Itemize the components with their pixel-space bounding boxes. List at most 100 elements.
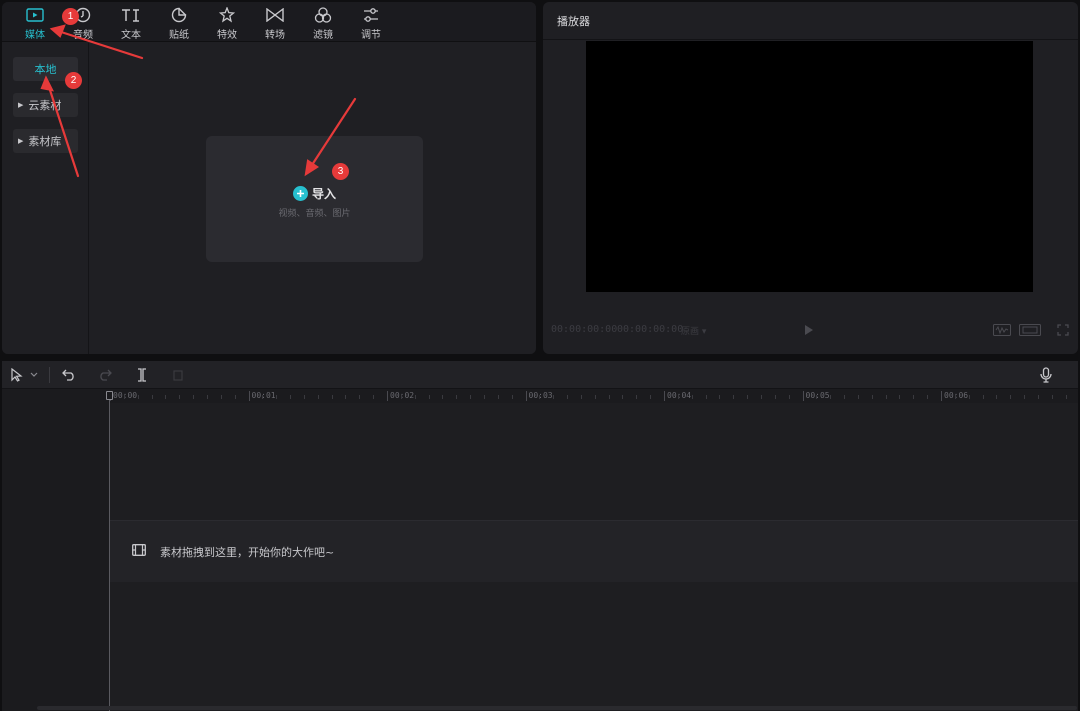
player-panel: 播放器 00:00:00:00 00:00:00:00 原画 ▾	[543, 2, 1078, 354]
ruler-minor-tick	[594, 395, 596, 399]
effects-icon	[217, 5, 237, 25]
waveform-icon[interactable]	[993, 324, 1011, 339]
annotation-badge-1: 1	[62, 8, 79, 25]
ruler-minor-tick	[331, 395, 333, 399]
ruler-minor-tick	[165, 395, 167, 399]
timeline-ruler: 00:00 00:01 00:02 00:03 00:04 00:05 00:06	[2, 389, 1078, 403]
ruler-label: 00:02	[390, 391, 415, 400]
ruler-minor-tick	[345, 395, 347, 399]
ruler-minor-tick	[428, 395, 430, 399]
player-controls: 00:00:00:00 00:00:00:00 原画 ▾	[543, 318, 1078, 344]
microphone-icon[interactable]	[1037, 366, 1055, 384]
ruler-minor-tick	[954, 395, 956, 399]
tab-adjust-label: 调节	[361, 30, 381, 41]
quality-select[interactable]: 原画 ▾	[681, 324, 706, 337]
total-timecode: 00:00:00:00	[617, 324, 684, 335]
sidebar-item-library-label: 素材库	[28, 135, 62, 148]
sticker-icon	[169, 5, 189, 25]
ruler-minor-tick	[276, 395, 278, 399]
sidebar-item-cloud-label: 云素材	[28, 99, 62, 112]
timeline-scrollbar[interactable]	[37, 706, 1077, 710]
ruler-minor-tick	[899, 395, 901, 399]
fullscreen-icon[interactable]	[1057, 324, 1069, 339]
ruler-minor-tick	[290, 395, 292, 399]
play-icon[interactable]	[804, 324, 814, 339]
tab-adjust[interactable]: 调节	[347, 5, 395, 41]
adjust-icon	[361, 5, 381, 25]
main-track-hint: 素材拖拽到这里，开始你的大作吧~	[160, 545, 335, 559]
ruler-minor-tick	[206, 395, 208, 399]
aspect-ratio-icon[interactable]	[1019, 324, 1041, 339]
ruler-minor-tick	[580, 395, 582, 399]
ruler-minor-tick	[1051, 395, 1053, 399]
ruler-minor-tick	[816, 395, 818, 399]
ruler-minor-tick	[539, 395, 541, 399]
import-label: 导入	[311, 187, 336, 201]
ruler-minor-tick	[234, 395, 236, 399]
ruler-minor-tick	[470, 395, 472, 399]
ruler-minor-tick	[982, 395, 984, 399]
chevron-down-icon[interactable]	[28, 366, 40, 384]
main-track[interactable]: 素材拖拽到这里，开始你的大作吧~	[110, 520, 1078, 582]
ruler-major-tick	[387, 391, 388, 401]
ruler-minor-tick	[774, 395, 776, 399]
ruler-minor-tick	[553, 395, 555, 399]
track-header-column	[2, 403, 109, 711]
tab-filter[interactable]: 滤镜	[299, 5, 347, 41]
tab-media[interactable]: 媒体	[11, 5, 59, 41]
ruler-minor-tick	[968, 395, 970, 399]
delete-icon[interactable]	[169, 366, 187, 384]
caret-right-icon: ▶	[18, 137, 24, 145]
text-icon	[121, 5, 141, 25]
ruler-minor-tick	[885, 395, 887, 399]
ruler-minor-tick	[705, 395, 707, 399]
ruler-minor-tick	[123, 395, 125, 399]
sidebar-item-library[interactable]: ▶ 素材库	[13, 129, 78, 153]
ruler-minor-tick	[871, 395, 873, 399]
ruler-label: 00:01	[251, 391, 276, 400]
ruler-label: 00:04	[667, 391, 692, 400]
tab-sticker-label: 贴纸	[169, 30, 189, 41]
select-tool-icon[interactable]	[8, 366, 26, 384]
ruler-minor-tick	[262, 395, 264, 399]
redo-icon[interactable]	[96, 366, 114, 384]
playhead-handle[interactable]	[106, 391, 113, 400]
ruler-minor-tick	[442, 395, 444, 399]
caret-right-icon: ▶	[18, 101, 24, 109]
playhead[interactable]	[109, 391, 110, 711]
undo-icon[interactable]	[60, 366, 78, 384]
ruler-minor-tick	[414, 395, 416, 399]
ruler-minor-tick	[636, 395, 638, 399]
tab-audio-label: 音频	[73, 30, 93, 41]
ruler-major-tick	[802, 391, 804, 401]
plus-icon	[292, 186, 308, 201]
media-sidebar: 本地 ▶ 云素材 ▶ 素材库	[2, 43, 89, 354]
player-title: 播放器	[557, 14, 590, 28]
ruler-minor-tick	[317, 395, 319, 399]
ruler-minor-tick	[608, 395, 610, 399]
split-icon[interactable]	[133, 366, 151, 384]
ruler-minor-tick	[511, 395, 513, 399]
tool-tabs: 媒体 音频 文本 贴纸 特效 转场 滤镜 调节	[2, 2, 536, 42]
ruler-minor-tick	[303, 395, 305, 399]
annotation-badge-2: 2	[65, 72, 82, 89]
tab-transition[interactable]: 转场	[251, 5, 299, 41]
ruler-label: 00:03	[528, 391, 553, 400]
tab-sticker[interactable]: 贴纸	[155, 5, 203, 41]
tab-effects[interactable]: 特效	[203, 5, 251, 41]
tab-effects-label: 特效	[217, 30, 237, 41]
tab-text[interactable]: 文本	[107, 5, 155, 41]
ruler-minor-tick	[913, 395, 915, 399]
sidebar-item-cloud[interactable]: ▶ 云素材	[13, 93, 78, 117]
import-hint: 视频、音频、图片	[278, 209, 351, 219]
import-button[interactable]: 导入 视频、音频、图片	[206, 136, 423, 262]
ruler-minor-tick	[137, 395, 139, 399]
ruler-minor-tick	[359, 395, 361, 399]
ruler-minor-tick	[1037, 395, 1039, 399]
ruler-minor-tick	[567, 395, 569, 399]
ruler-major-tick	[941, 391, 942, 401]
ruler-minor-tick	[1024, 395, 1026, 399]
media-content: 导入 视频、音频、图片	[90, 43, 536, 354]
ruler-minor-tick	[996, 395, 998, 399]
film-icon	[132, 544, 146, 559]
